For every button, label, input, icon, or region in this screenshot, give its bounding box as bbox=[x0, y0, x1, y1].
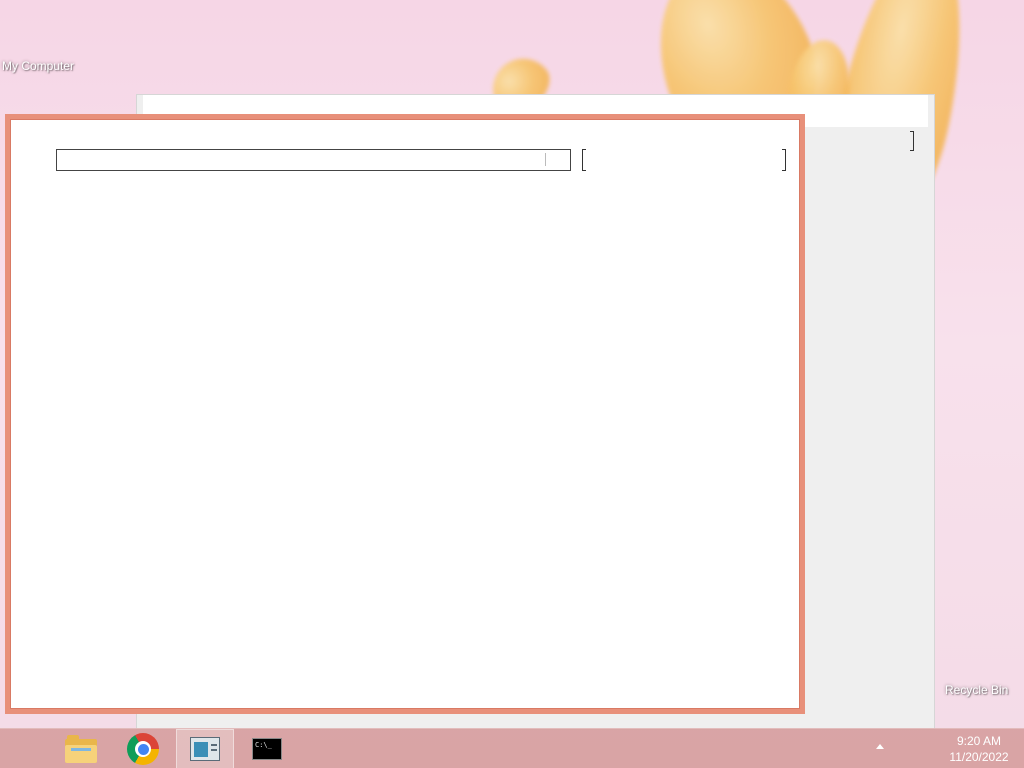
text-cursor bbox=[545, 153, 546, 166]
app-window-icon bbox=[190, 737, 220, 761]
desktop-icon-my-computer[interactable]: My Computer bbox=[2, 59, 74, 73]
dialog-content bbox=[10, 119, 800, 709]
taskbar-app-button[interactable] bbox=[176, 729, 234, 768]
clock-date: 11/20/2022 bbox=[949, 750, 1009, 764]
desktop-icon-recycle-bin[interactable]: Recycle Bin bbox=[945, 683, 1008, 697]
clock-time: 9:20 AM bbox=[956, 734, 1002, 748]
taskbar-command-prompt-button[interactable]: C:\_ bbox=[238, 729, 296, 768]
bracket-left bbox=[582, 149, 586, 171]
command-prompt-icon: C:\_ bbox=[252, 738, 282, 760]
taskbar-chrome-button[interactable] bbox=[114, 729, 172, 768]
background-window-control[interactable] bbox=[910, 131, 914, 151]
chrome-icon bbox=[127, 733, 159, 765]
taskbar: C:\_ bbox=[0, 728, 1024, 768]
taskbar-file-explorer-button[interactable] bbox=[52, 729, 110, 768]
file-explorer-icon bbox=[65, 735, 97, 763]
dialog-secondary-field[interactable] bbox=[582, 149, 786, 171]
bracket-right bbox=[782, 149, 786, 171]
dialog-window[interactable] bbox=[5, 114, 805, 714]
dialog-text-input[interactable] bbox=[56, 149, 571, 171]
show-hidden-icons-arrow-icon[interactable] bbox=[876, 744, 884, 749]
taskbar-clock[interactable]: 9:20 AM 11/20/2022 bbox=[934, 731, 1024, 767]
